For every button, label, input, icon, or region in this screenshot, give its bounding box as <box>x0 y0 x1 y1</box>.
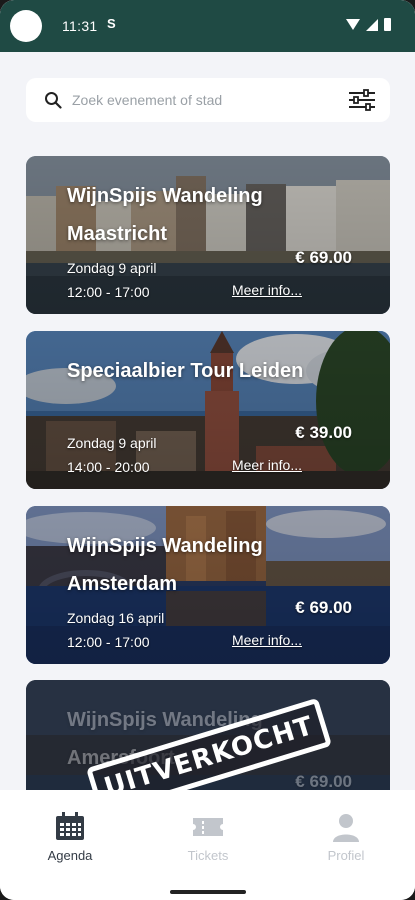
nav-agenda[interactable]: Agenda <box>15 812 125 863</box>
signal-icon <box>366 18 378 31</box>
nav-label: Agenda <box>47 848 93 863</box>
home-indicator[interactable] <box>170 890 246 894</box>
camera-cutout <box>10 10 42 42</box>
nav-label: Tickets <box>187 848 229 863</box>
search-input[interactable] <box>72 88 342 112</box>
nav-tickets[interactable]: Tickets <box>153 812 263 863</box>
event-date: Zondag 9 april <box>67 435 157 451</box>
status-time: 11:31 <box>62 18 98 34</box>
event-title: WijnSpijs Wandeling Maastricht <box>67 185 263 245</box>
ticket-icon <box>193 818 223 836</box>
event-date: Zondag 16 april <box>67 610 165 626</box>
system-icons <box>346 18 391 31</box>
home-indicator-bar <box>0 886 415 900</box>
search-bar <box>26 78 390 122</box>
more-info-link[interactable]: Meer info... <box>232 632 302 648</box>
event-card-maastricht[interactable]: WijnSpijs Wandeling Maastricht Zondag 9 … <box>26 156 390 314</box>
calendar-icon <box>56 812 84 840</box>
bottom-navigation: Agenda Tickets Profiel <box>0 790 415 886</box>
event-card-leiden[interactable]: Speciaalbier Tour Leiden Zondag 9 april … <box>26 331 390 489</box>
nav-label: Profiel <box>327 848 365 863</box>
sim-icon: S <box>107 16 116 31</box>
nav-profiel[interactable]: Profiel <box>291 812 401 863</box>
event-card-amsterdam[interactable]: WijnSpijs Wandeling Amsterdam Zondag 16 … <box>26 506 390 664</box>
event-time: 12:00 - 17:00 <box>67 634 150 650</box>
filter-sliders-icon[interactable] <box>348 89 376 111</box>
event-title: Speciaalbier Tour Leiden <box>67 360 304 382</box>
event-time: 12:00 - 17:00 <box>67 284 150 300</box>
event-title: WijnSpijs Wandeling Amsterdam <box>67 535 263 595</box>
app-screen: 11:31 S Zoek evenement of stad WijnSpijs… <box>0 0 415 900</box>
event-time: 14:00 - 20:00 <box>67 459 150 475</box>
more-info-link[interactable]: Meer info... <box>232 457 302 473</box>
event-date: Zondag 9 april <box>67 260 157 276</box>
wifi-icon <box>346 19 360 30</box>
battery-icon <box>384 18 391 31</box>
event-price: € 69.00 <box>295 248 352 267</box>
person-icon <box>333 814 359 842</box>
event-price: € 69.00 <box>295 772 352 791</box>
event-price: € 39.00 <box>295 423 352 442</box>
status-bar: 11:31 S <box>0 0 415 52</box>
more-info-link[interactable]: Meer info... <box>232 282 302 298</box>
search-icon[interactable] <box>44 91 62 109</box>
event-price: € 69.00 <box>295 598 352 617</box>
